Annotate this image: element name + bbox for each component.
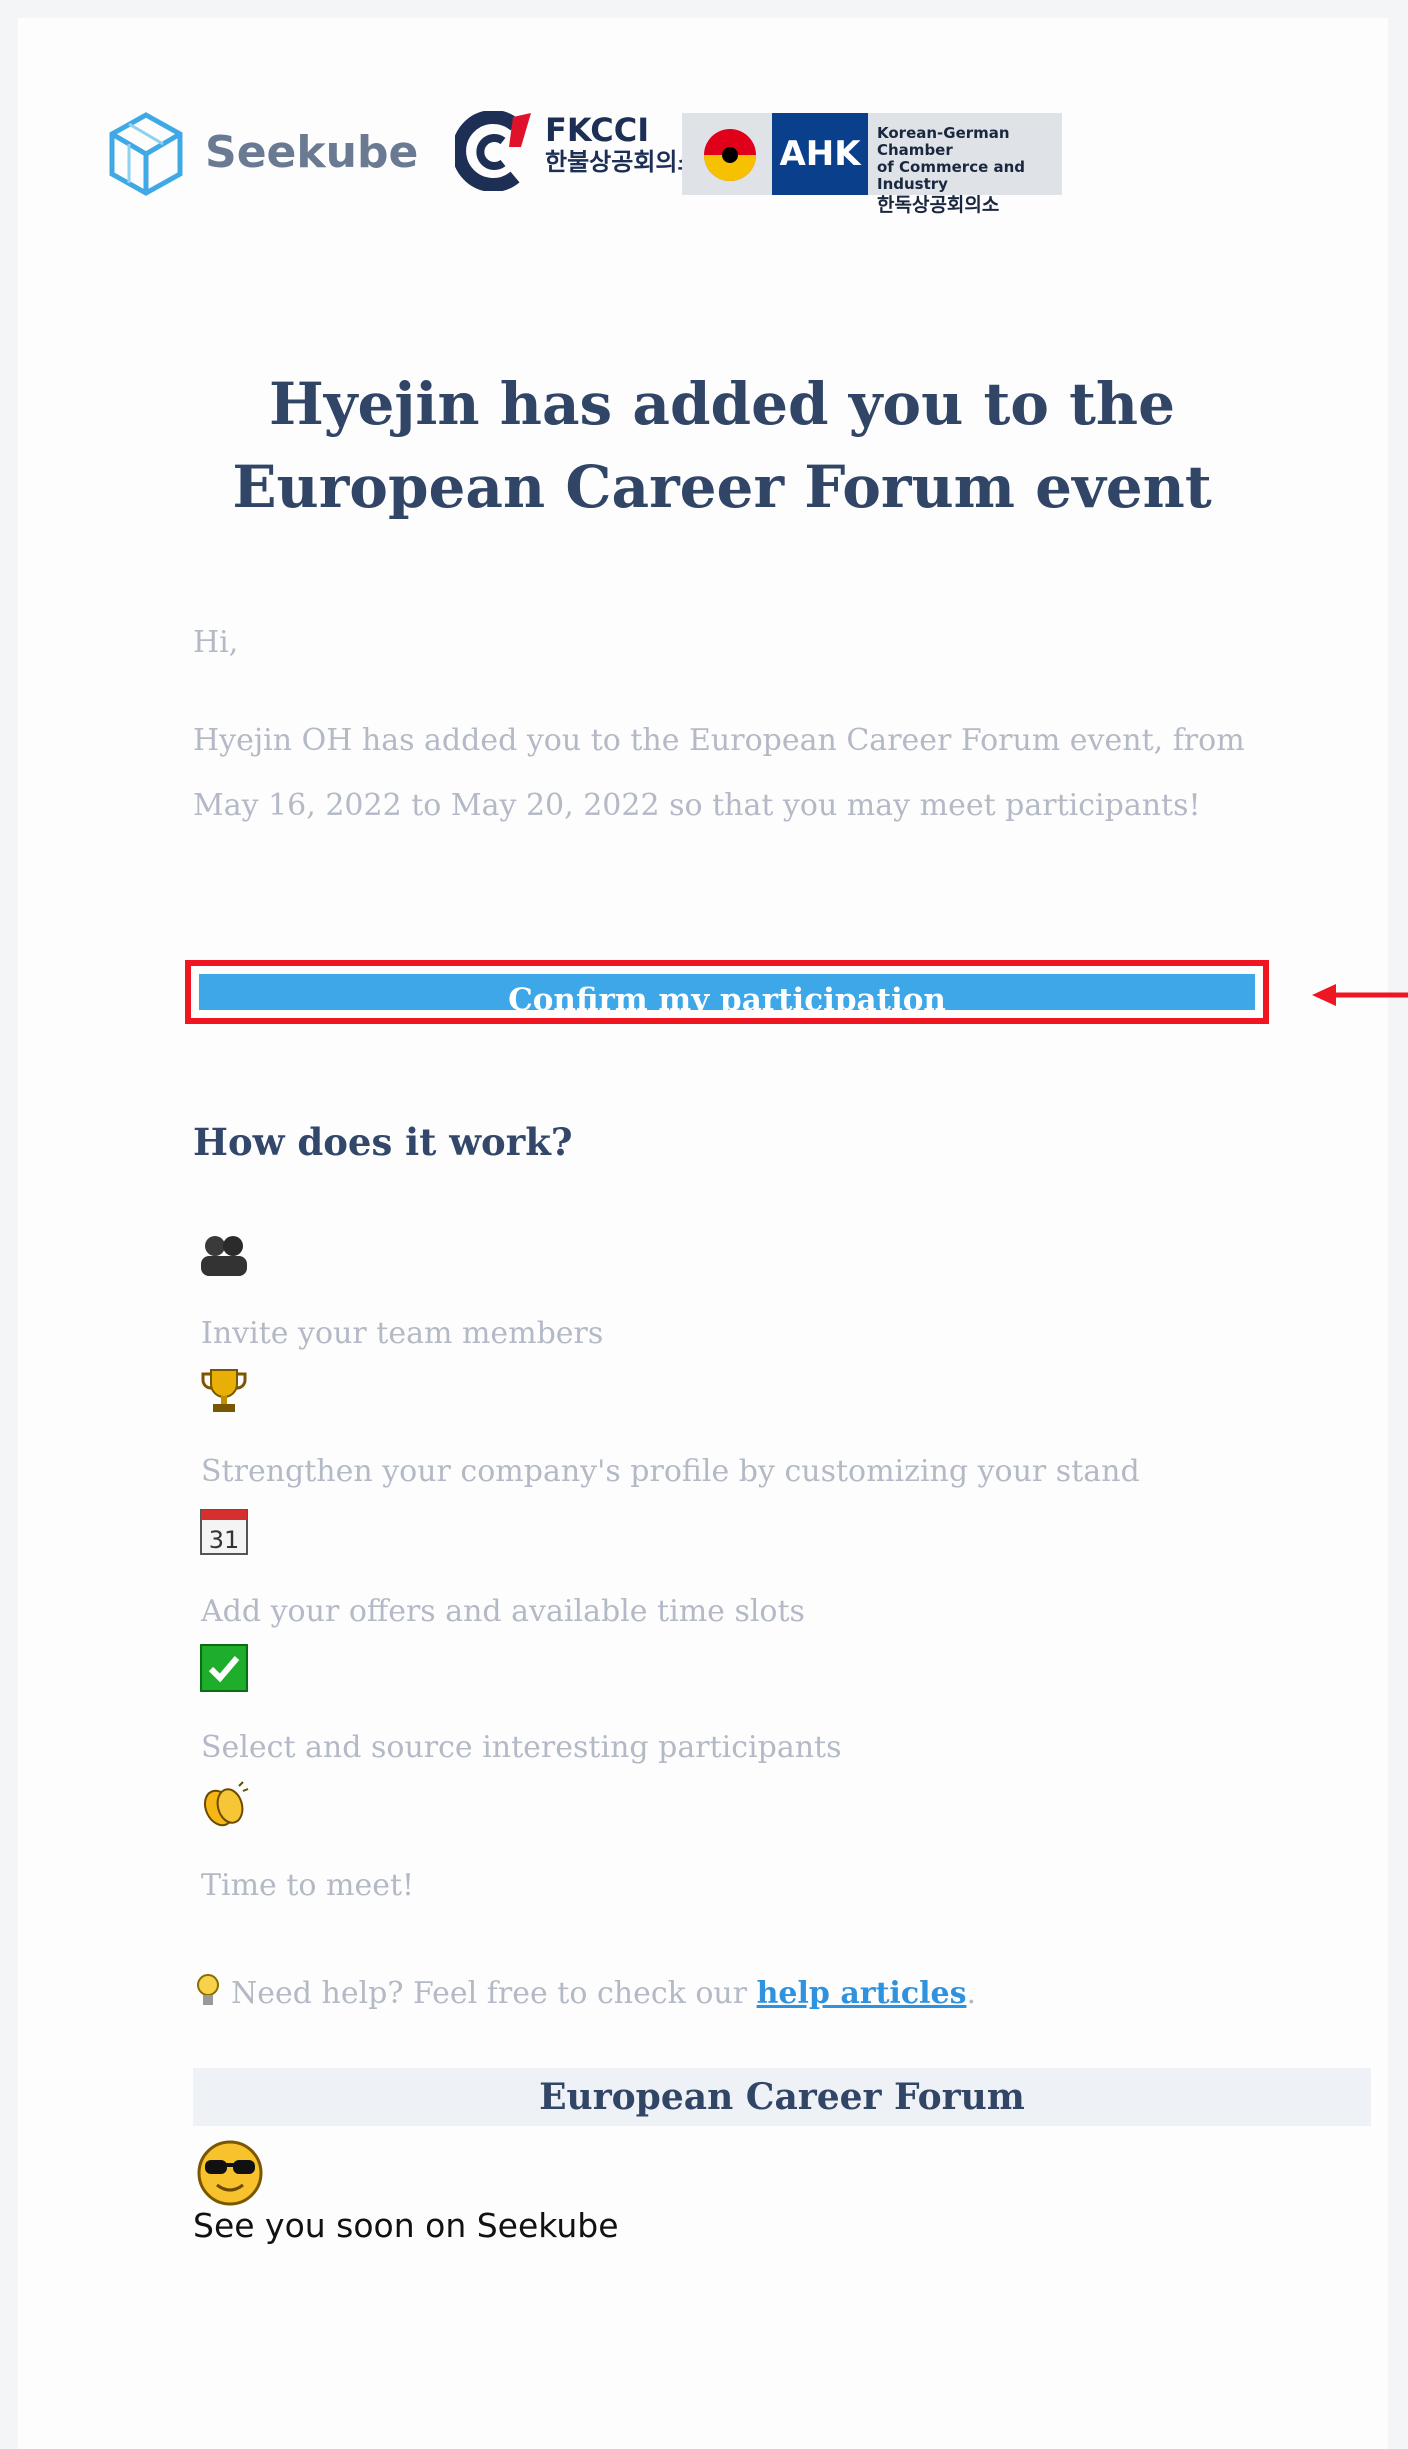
help-suffix: . (966, 1976, 977, 2011)
intro-paragraph: Hyejin OH has added you to the European … (193, 723, 1245, 823)
ahk-line-2: of Commerce and Industry (877, 158, 1026, 193)
greeting: Hi, (193, 625, 239, 660)
signoff-text: See you soon on Seekube (193, 2206, 619, 2245)
fkcci-logo: FKCCI 한불상공회의소 (450, 103, 710, 203)
fkcci-korean-name: 한불상공회의소 (545, 148, 700, 176)
ahk-line-1: Korean-German Chamber (877, 124, 1010, 159)
fkcci-emblem-icon (455, 111, 531, 191)
step-label: Select and source interesting participan… (201, 1730, 842, 1765)
ahk-logo: AHK Korean-German Chamber of Commerce an… (682, 113, 1062, 216)
partner-logos: Seekube FKCCI 한불상공회의소 AHK Korean-German … (90, 93, 1080, 216)
email-card: Seekube FKCCI 한불상공회의소 AHK Korean-German … (18, 18, 1388, 2449)
cta-highlight-box: Confirm my participation (185, 960, 1269, 1024)
team-icon (201, 1236, 247, 1276)
confirm-participation-button[interactable]: Confirm my participation (199, 974, 1255, 1010)
ahk-name: AHK (772, 113, 868, 195)
clapping-hands-icon (203, 1781, 249, 1827)
red-pointer-arrow (1312, 984, 1408, 1006)
lightbulb-icon (197, 1974, 219, 2005)
calendar-icon: 31 (200, 1509, 248, 1555)
checkmark-icon (200, 1644, 248, 1692)
help-line: Need help? Feel free to check our help a… (195, 1973, 976, 2011)
help-text: Need help? Feel free to check our (231, 1976, 757, 2011)
ahk-korean-name: 한독상공회의소 (877, 194, 1000, 216)
step-label: Add your offers and available time slots (201, 1594, 805, 1629)
how-it-works-title: How does it work? (193, 1120, 573, 1164)
step-label: Time to meet! (201, 1868, 415, 1903)
sunglasses-face-icon (197, 2140, 263, 2206)
svg-text:31: 31 (209, 1526, 240, 1554)
help-articles-link[interactable]: help articles (757, 1976, 967, 2011)
step-label: Invite your team members (201, 1316, 604, 1351)
trophy-icon (201, 1369, 247, 1412)
email-headline: Hyejin has added you to the European Car… (232, 370, 1212, 521)
step-label: Strengthen your company's profile by cus… (201, 1454, 1140, 1489)
ahk-emblem-icon (704, 129, 756, 181)
fkcci-name: FKCCI (545, 111, 650, 149)
seekube-wordmark: Seekube (205, 127, 419, 178)
seekube-cube-logo (109, 112, 183, 196)
event-name-banner: European Career Forum (193, 2068, 1371, 2126)
